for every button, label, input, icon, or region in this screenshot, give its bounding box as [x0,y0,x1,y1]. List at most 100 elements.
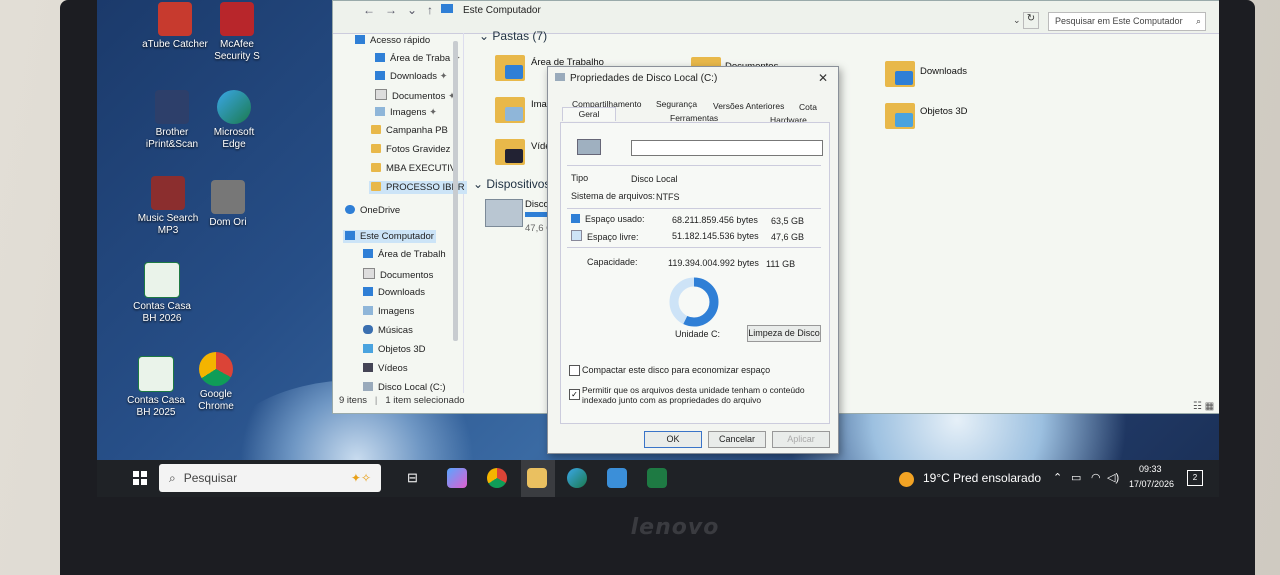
nav-downloads[interactable]: Downloads ✦ [375,71,448,82]
desktop-icon-chrome[interactable]: Google Chrome [183,352,249,413]
nav-acesso-rapido[interactable]: Acesso rápido [355,35,430,46]
folder-icon [371,125,381,134]
store-icon[interactable] [607,468,627,488]
folder-icon [885,61,915,87]
index-checkbox[interactable]: ✓ [569,389,580,400]
nav-pc-objetos-3d[interactable]: Objetos 3D [363,344,426,355]
divider [567,165,821,166]
nav-este-computador[interactable]: Este Computador [343,230,436,243]
free-bytes: 51.182.145.536 bytes [672,231,759,241]
star-icon [355,35,365,44]
section-folders[interactable]: ⌄ Pastas (7) [479,29,547,43]
drive-name-input[interactable] [631,140,823,156]
nav-onedrive[interactable]: OneDrive [345,205,400,216]
weather-desc[interactable]: Pred ensolarado [953,471,1041,485]
nav-pc-documentos[interactable]: Documentos [363,268,433,281]
address-path[interactable]: Este Computador [463,5,541,16]
back-forward-icons[interactable]: ←→⌄↑ [363,3,443,17]
nav-pc-area-trabalho[interactable]: Área de Trabalh [363,249,446,260]
navigation-pane: Acesso rápido Área de Traba ✦ Downloads … [333,33,467,393]
chrome-icon[interactable] [487,468,507,488]
pin-icon: ✦ [429,107,438,118]
view-toggle-icons[interactable]: ☷ ▦ [1193,401,1214,412]
folder-icon [885,103,915,129]
weather-sun-icon[interactable] [899,472,914,487]
nav-pc-videos[interactable]: Vídeos [363,363,408,374]
apply-button[interactable]: Aplicar [772,431,830,448]
nav-documentos[interactable]: Documentos ✦ [375,89,456,102]
tab-versoes-anteriores[interactable]: Versões Anteriores [713,101,784,111]
nav-fotos-gravidez[interactable]: Fotos Gravidez [371,144,450,155]
notifications-icon[interactable]: 2 [1187,470,1203,486]
type-value: Disco Local [631,174,678,184]
close-icon[interactable]: ✕ [818,71,828,85]
folder-objetos-3d[interactable]: Objetos 3D [920,106,968,117]
taskbar-search[interactable]: ⌕ Pesquisar ✦✧ [159,464,381,492]
image-icon [375,107,385,116]
nav-mba-executivo[interactable]: MBA EXECUTIV [371,163,456,174]
folder-icon [371,182,381,191]
desktop-icon-mcafee[interactable]: McAfee Security S [204,2,270,63]
nav-pc-downloads[interactable]: Downloads [363,287,425,298]
wifi-icon[interactable]: ◠ [1091,471,1101,484]
drive-icon [363,382,373,391]
nav-imagens[interactable]: Imagens ✦ [375,107,437,118]
tab-cota[interactable]: Cota [799,102,817,112]
desktop-icon-music-search[interactable]: Music Search MP3 [135,176,201,237]
used-bytes: 68.211.859.456 bytes [672,215,758,225]
search-input[interactable]: Pesquisar em Este Computador ⌕ [1048,12,1206,31]
battery-icon[interactable]: ▭ [1071,471,1081,484]
cancel-button[interactable]: Cancelar [708,431,766,448]
document-icon [211,180,245,214]
tab-geral[interactable]: Geral [562,107,616,121]
dialog-title: Propriedades de Disco Local (C:) [570,73,718,84]
disk-cleanup-button[interactable]: Limpeza de Disco [747,325,821,342]
calculator-icon[interactable] [647,468,667,488]
nav-area-trabalho[interactable]: Área de Traba ✦ [375,53,461,64]
printer-icon [155,90,189,124]
brand-logo: lenovo [630,515,720,540]
copilot-icon[interactable] [447,468,467,488]
clock-time[interactable]: 09:33 [1139,464,1162,474]
clock-date[interactable]: 17/07/2026 [1129,479,1174,489]
used-space-label: Espaço usado: [571,214,645,224]
edge-icon[interactable] [567,468,587,488]
windows-start-icon[interactable] [133,471,147,485]
folder-icon [495,139,525,165]
folder-downloads[interactable]: Downloads [920,66,967,77]
desktop-icon-brother[interactable]: Brother iPrint&Scan [139,90,205,151]
image-icon [363,306,373,315]
free-space-label: Espaço livre: [571,230,639,242]
nav-pc-disco-local[interactable]: Disco Local (C:) [363,382,446,393]
video-icon [363,363,373,372]
desktop-icon-edge[interactable]: Microsoft Edge [201,90,267,151]
nav-pc-imagens[interactable]: Imagens [363,306,414,317]
download-icon [375,71,385,80]
type-label: Tipo [571,173,589,183]
volume-icon[interactable]: ◁) [1107,471,1119,484]
status-bar: 9 itens | 1 item selecionado [339,395,465,406]
taskbar: ⌕ Pesquisar ✦✧ ⊟ 19°C Pred ensolarado ⌃ ▭… [97,460,1219,497]
screen: aTube Catcher McAfee Security S Brother … [97,0,1219,497]
music-icon [151,176,185,210]
desktop-icon-contas-2026[interactable]: Contas Casa BH 2026 [129,262,195,325]
chevron-down-icon[interactable]: ⌄ [1013,15,1021,26]
desktop-icon-contas-2025[interactable]: Contas Casa BH 2025 [123,356,189,419]
folder-icon [371,163,381,172]
address-bar: ←→⌄↑ Este Computador ⌄ ↻ Pesquisar em Es… [333,1,1219,34]
nav-campanha-pb[interactable]: Campanha PB [371,125,448,136]
nav-scrollbar[interactable] [453,41,458,341]
ok-button[interactable]: OK [644,431,702,448]
divider [567,208,821,209]
compress-checkbox[interactable] [569,365,580,376]
chevron-up-icon[interactable]: ⌃ [1053,471,1062,484]
used-color-swatch [571,214,580,223]
desktop-icon-dom[interactable]: Dom Ori [195,180,261,229]
tab-seguranca[interactable]: Segurança [656,99,697,109]
task-view-icon[interactable]: ⊟ [407,468,427,488]
excel-icon [144,262,180,298]
nav-pc-musicas[interactable]: Músicas [363,325,413,336]
desktop-icon-atube[interactable]: aTube Catcher [142,2,208,51]
refresh-icon[interactable]: ↻ [1023,12,1039,29]
weather-temp[interactable]: 19°C [923,471,950,485]
